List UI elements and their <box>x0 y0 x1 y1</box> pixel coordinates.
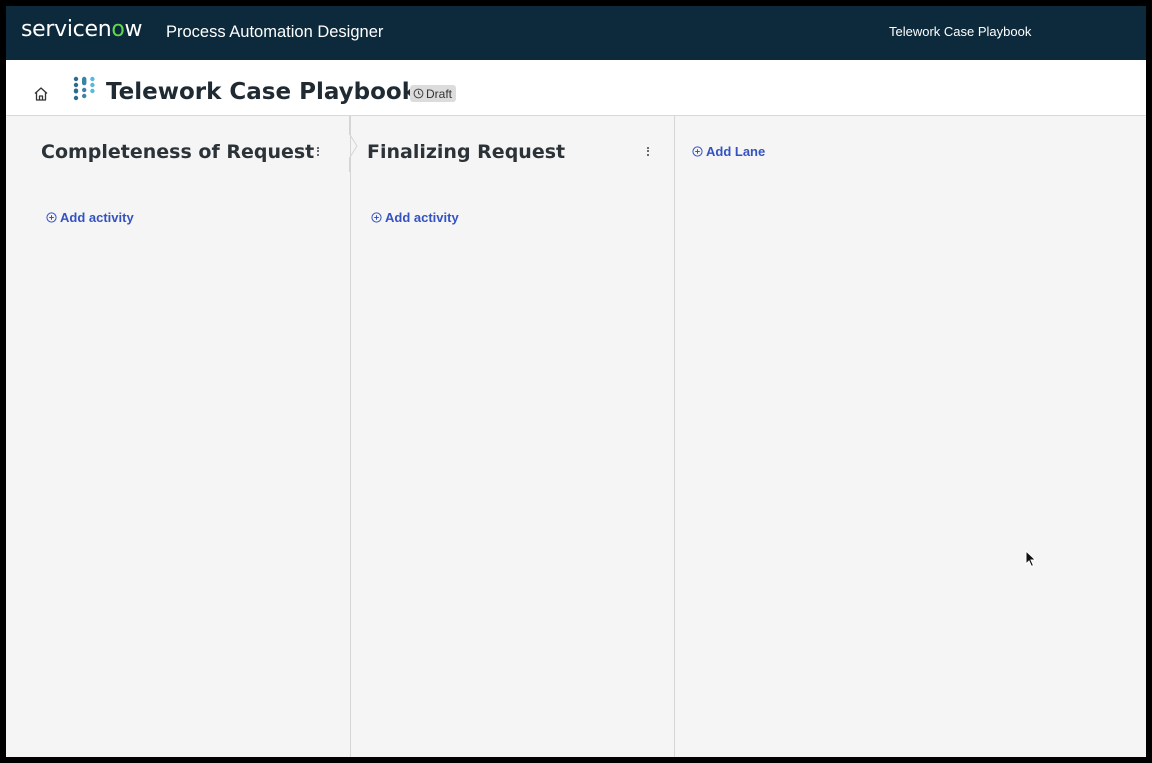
kebab-dot <box>317 150 319 152</box>
lane-title: Completeness of Request <box>41 141 315 163</box>
add-activity-label: Add activity <box>385 210 459 225</box>
clock-icon <box>413 88 424 99</box>
lane-finalizing-request: Finalizing Request Add activity <box>350 116 675 757</box>
lanes-canvas: Completeness of Request Add activity Fin… <box>6 116 1146 757</box>
add-activity-label: Add activity <box>60 210 134 225</box>
lane-completeness-of-request: Completeness of Request Add activity <box>6 116 350 757</box>
logo-accent-o: o <box>111 17 125 42</box>
home-icon <box>34 87 48 101</box>
kebab-dot <box>647 146 649 149</box>
plus-circle-icon <box>692 146 703 157</box>
app-name: Process Automation Designer <box>166 23 384 41</box>
status-label: Draft <box>426 86 453 101</box>
kebab-dot <box>317 146 319 149</box>
add-activity-button[interactable]: Add activity <box>46 210 134 225</box>
kebab-dot <box>647 153 649 156</box>
mouse-cursor-icon <box>1025 550 1037 568</box>
add-lane-label: Add Lane <box>706 144 766 159</box>
lane-menu-button[interactable] <box>643 144 653 158</box>
logo-text-right: w <box>124 17 143 42</box>
plus-circle-icon <box>46 212 57 223</box>
add-activity-button[interactable]: Add activity <box>371 210 459 225</box>
playbook-icon <box>72 75 100 101</box>
current-record-title: Telework Case Playbook <box>889 24 1032 39</box>
page-header: Telework Case Playbook Draft <box>6 60 1146 116</box>
servicenow-logo[interactable]: servicenow <box>21 17 143 42</box>
top-navigation-bar: servicenow Process Automation Designer T… <box>6 6 1146 60</box>
status-badge: Draft <box>410 85 457 102</box>
kebab-dot <box>647 150 649 152</box>
logo-text-left: servicen <box>21 17 112 42</box>
add-lane-area: Add Lane <box>674 116 1146 757</box>
lane-connector-chevron <box>349 116 358 172</box>
page-title: Telework Case Playbook <box>106 79 418 105</box>
lane-menu-button[interactable] <box>313 144 323 158</box>
plus-circle-icon <box>371 212 382 223</box>
app-window: servicenow Process Automation Designer T… <box>6 6 1146 757</box>
home-button[interactable] <box>32 85 50 103</box>
add-lane-button[interactable]: Add Lane <box>692 144 765 159</box>
kebab-dot <box>317 153 319 156</box>
lane-title: Finalizing Request <box>367 141 566 163</box>
